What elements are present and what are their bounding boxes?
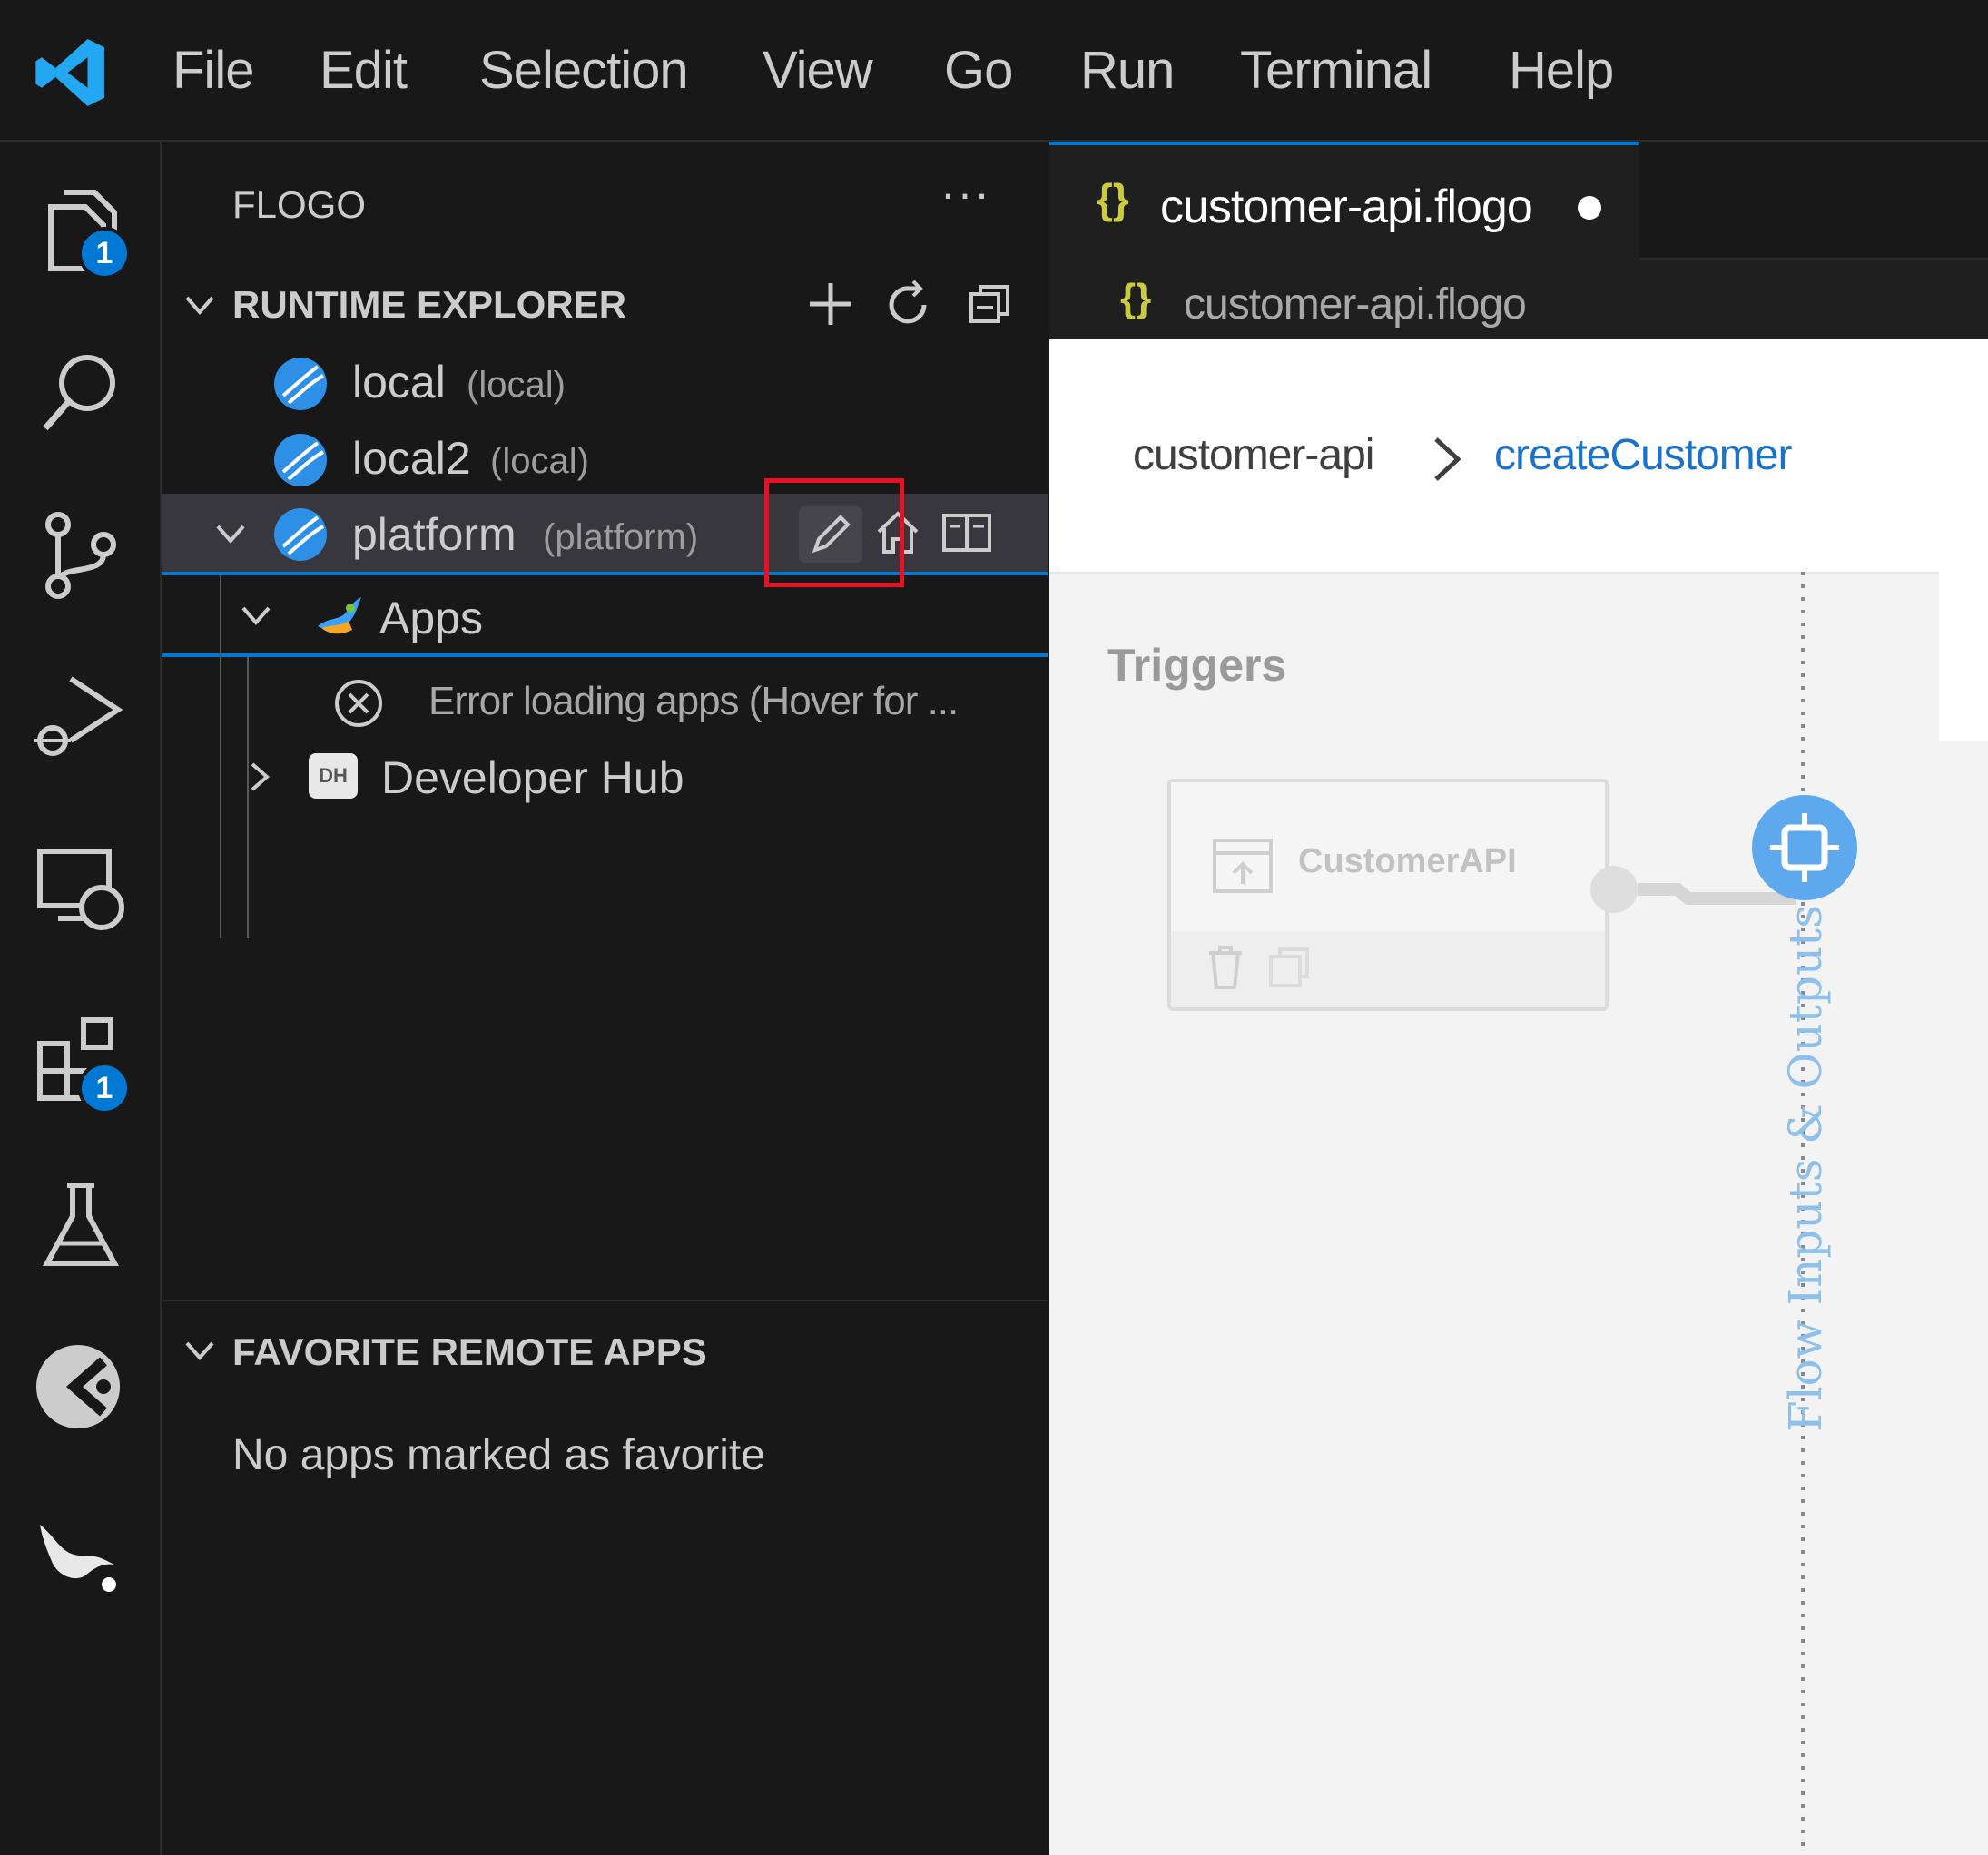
runtime-description: (local)	[490, 441, 589, 481]
flogo-sidebar: FLOGO ··· RUNTIME EXPLORER local (local)	[162, 142, 1048, 1855]
section-divider	[162, 1300, 1048, 1301]
menu-edit[interactable]: Edit	[320, 40, 408, 101]
unsaved-dot-icon[interactable]	[1578, 196, 1601, 220]
testing-flask-icon[interactable]	[31, 1176, 131, 1276]
split-view-icon[interactable]	[940, 506, 993, 559]
add-icon[interactable]	[804, 278, 857, 330]
trigger-card[interactable]: CustomerAPI	[1167, 779, 1609, 1011]
error-loading-apps-item[interactable]: Error loading apps (Hover for ...	[162, 661, 1048, 737]
remote-explorer-icon[interactable]	[31, 840, 131, 940]
refresh-icon[interactable]	[882, 278, 935, 330]
flow-breadcrumb-flow[interactable]: createCustomer	[1494, 430, 1792, 480]
breadcrumb-file[interactable]: customer-api.flogo	[1184, 280, 1527, 329]
runtime-item-local[interactable]: local (local)	[162, 341, 1048, 417]
chevron-right-icon	[251, 762, 271, 791]
canvas-panel	[1939, 572, 1988, 741]
runtime-label: local	[352, 357, 446, 407]
error-circle-icon	[335, 680, 382, 727]
flow-io-label-container[interactable]: Flow Inputs & Outputs	[1767, 905, 1843, 1439]
runtime-label: platform	[352, 509, 517, 560]
chevron-down-icon	[241, 606, 271, 626]
flogo-bird-icon[interactable]	[31, 1503, 131, 1603]
menu-view[interactable]: View	[763, 40, 873, 101]
editor-tab-strip: {} customer-api.flogo	[1049, 142, 1988, 260]
runtime-label: local2	[352, 433, 471, 484]
collapse-all-icon[interactable]	[966, 280, 1015, 329]
favorite-remote-apps-title: FAVORITE REMOTE APPS	[232, 1330, 707, 1373]
flow-breadcrumb-app[interactable]: customer-api	[1133, 430, 1374, 480]
activity-bar: 1 1	[0, 142, 162, 1855]
more-actions-button[interactable]: ···	[940, 167, 991, 220]
timeline-extension-icon[interactable]	[31, 1340, 131, 1439]
run-debug-icon[interactable]	[31, 668, 131, 768]
flow-io-handle-icon[interactable]	[1750, 793, 1859, 902]
runtime-explorer-header[interactable]: RUNTIME EXPLORER	[162, 267, 1048, 339]
triggers-label: Triggers	[1107, 640, 1287, 691]
chevron-right-icon	[1434, 437, 1461, 481]
json-file-icon: {}	[1120, 276, 1152, 320]
flow-header: customer-api createCustomer	[1049, 339, 1988, 574]
error-text: Error loading apps (Hover for ...	[428, 679, 959, 723]
extensions-badge: 1	[78, 1062, 131, 1114]
chevron-down-icon	[216, 525, 245, 545]
source-control-icon[interactable]	[31, 505, 131, 604]
chevron-down-icon	[185, 296, 214, 316]
menu-file[interactable]: File	[172, 40, 254, 101]
flow-designer: customer-api createCustomer Triggers Cus…	[1049, 339, 1988, 1855]
menu-selection[interactable]: Selection	[479, 40, 689, 101]
runtime-description: (platform)	[543, 517, 699, 557]
apps-node[interactable]: Apps	[162, 575, 1048, 657]
runtime-explorer-title: RUNTIME EXPLORER	[232, 283, 627, 326]
apps-bird-icon	[318, 597, 361, 634]
menu-go[interactable]: Go	[944, 40, 1013, 101]
menu-help[interactable]: Help	[1509, 40, 1614, 101]
menu-terminal[interactable]: Terminal	[1240, 40, 1432, 101]
edit-button-highlight	[764, 478, 904, 587]
runtime-item-local2[interactable]: local2 (local)	[162, 417, 1048, 494]
runtime-globe-icon	[274, 508, 327, 561]
extensions-icon[interactable]: 1	[31, 1009, 131, 1114]
developer-hub-node[interactable]: DH Developer Hub	[162, 737, 1048, 813]
developer-hub-icon: DH	[309, 753, 358, 799]
explorer-icon[interactable]: 1	[31, 182, 131, 281]
runtime-globe-icon	[274, 358, 327, 410]
favorite-remote-apps-header[interactable]: FAVORITE REMOTE APPS	[162, 1314, 1048, 1387]
explorer-badge: 1	[78, 227, 131, 280]
trigger-name: CustomerAPI	[1298, 842, 1517, 880]
delete-icon[interactable]	[1204, 942, 1247, 993]
tab-customer-api-flogo[interactable]: {} customer-api.flogo	[1049, 142, 1639, 260]
sidebar-title: FLOGO	[232, 183, 367, 226]
menu-run[interactable]: Run	[1080, 40, 1175, 101]
trigger-card-footer	[1171, 931, 1605, 1007]
menu-bar: File Edit Selection View Go Run Terminal…	[0, 0, 1988, 142]
developer-hub-label: Developer Hub	[381, 752, 684, 803]
runtime-description: (local)	[467, 365, 566, 405]
chevron-down-icon	[185, 1341, 214, 1361]
vscode-logo-icon[interactable]	[33, 34, 109, 111]
flow-inputs-outputs-label: Flow Inputs & Outputs	[1779, 905, 1832, 1432]
no-favorites-message: No apps marked as favorite	[232, 1431, 765, 1479]
json-file-icon: {}	[1097, 175, 1129, 222]
copy-icon[interactable]	[1265, 944, 1313, 991]
apps-label: Apps	[379, 593, 483, 643]
runtime-item-platform[interactable]: platform (platform)	[162, 494, 1048, 575]
runtime-globe-icon	[274, 434, 327, 486]
search-icon[interactable]	[31, 341, 131, 441]
editor-breadcrumb: {} customer-api.flogo	[1049, 260, 1988, 339]
tab-label: customer-api.flogo	[1160, 181, 1533, 233]
rest-trigger-icon	[1213, 839, 1273, 893]
